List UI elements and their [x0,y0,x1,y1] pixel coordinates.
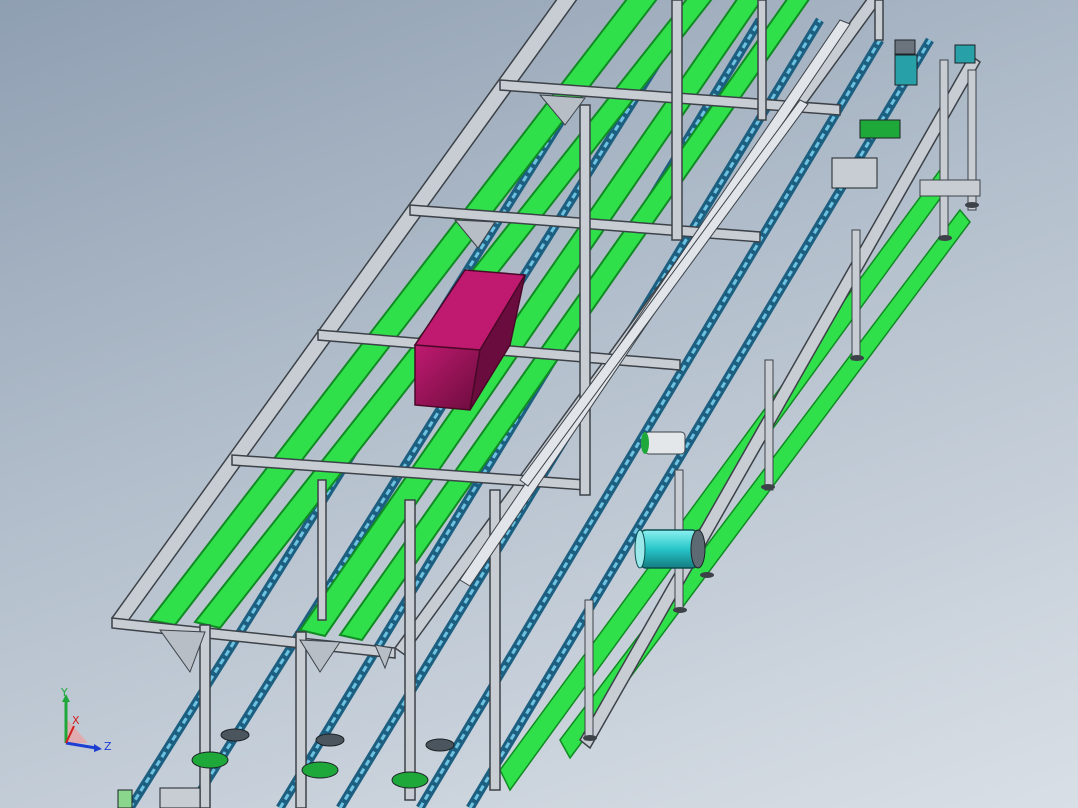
drive-motor-small[interactable] [641,431,686,455]
end-drive-unit[interactable] [831,39,976,189]
z-axis-label: Z [104,740,112,753]
coordinate-triad: Y X Z [48,686,118,758]
x-axis-label: X [72,714,80,727]
y-axis-label: Y [60,688,68,699]
z-axis-arrow-icon [65,741,97,750]
lower-belt-group [126,0,934,808]
conveyor-assembly-model[interactable] [0,0,1078,808]
drive-motor-main[interactable] [634,529,706,569]
3d-viewport[interactable]: Y X Z [0,0,1078,808]
